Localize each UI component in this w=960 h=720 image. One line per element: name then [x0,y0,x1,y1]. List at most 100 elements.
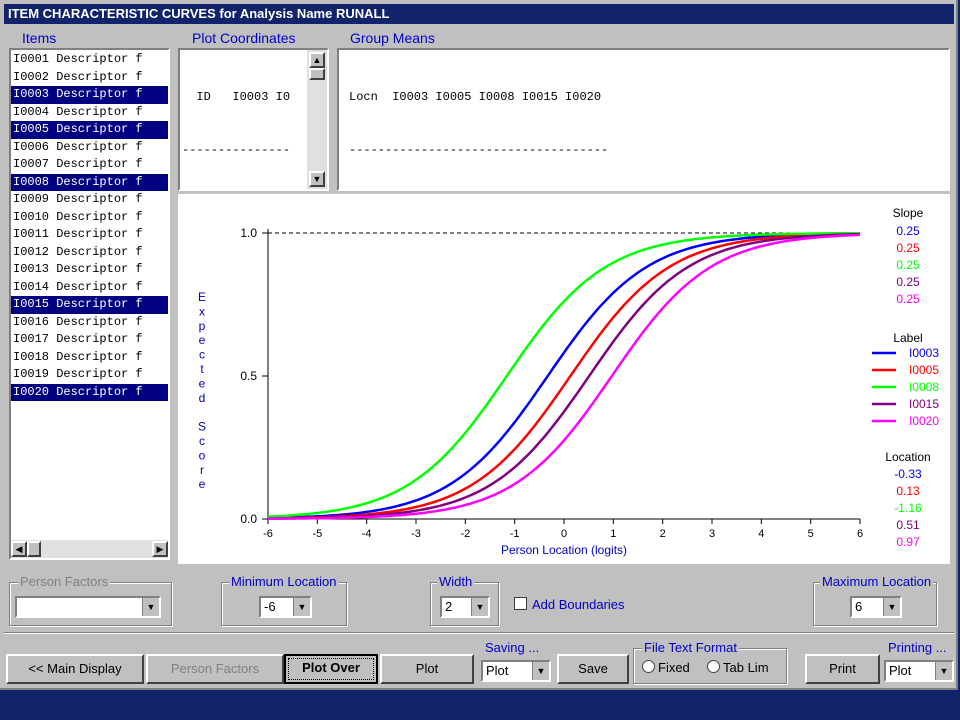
main-display-button[interactable]: << Main Display [6,654,144,684]
legend-location-value: -0.33 [894,467,922,481]
coords-vscrollbar[interactable]: ▲ ▼ [307,50,327,189]
x-tick-label: -5 [312,528,322,540]
list-item[interactable]: I0015 Descriptor f [11,296,168,314]
add-boundaries-checkbox[interactable]: Add Boundaries [514,597,625,612]
legend-slope-value: 0.25 [896,224,920,238]
width-label: Width [437,574,475,589]
list-item[interactable]: I0003 Descriptor f [11,86,168,104]
chevron-down-icon[interactable]: ▼ [293,598,310,616]
plot-over-button[interactable]: Plot Over [284,654,378,684]
app-window: ITEM CHARACTERISTIC CURVES for Analysis … [0,0,958,690]
items-list[interactable]: I0001 Descriptor f I0002 Descriptor f I000… [9,48,170,560]
add-boundaries-label: Add Boundaries [532,597,625,612]
curve-I0020 [268,233,861,520]
list-item[interactable]: I0013 Descriptor f [11,261,168,279]
radio-icon[interactable] [642,660,655,673]
legend-slope-value: 0.25 [896,258,920,272]
chevron-down-icon[interactable]: ▼ [935,662,952,680]
x-tick-label: 0 [561,528,567,540]
legend-label-value: I0005 [909,363,939,377]
list-item[interactable]: I0014 Descriptor f [11,279,168,297]
max-location-select[interactable]: 6 ▼ [850,596,902,618]
file-text-format-label: File Text Format [642,640,739,655]
print-button[interactable]: Print [805,654,880,684]
legend-label-value: I0008 [909,380,939,394]
max-location-value: 6 [855,599,863,614]
curve-I0015 [267,232,861,520]
printing-label: Printing ... [888,640,947,655]
list-item[interactable]: I0020 Descriptor f [11,383,168,401]
chevron-down-icon[interactable]: ▼ [883,598,900,616]
list-item[interactable]: I0016 Descriptor f [11,314,168,332]
legend-slope-value: 0.25 [896,241,920,255]
chevron-down-icon[interactable]: ▼ [532,662,549,680]
legend-location-value: 0.97 [896,535,920,549]
person-factors-button[interactable]: Person Factors [146,654,284,684]
x-tick-label: -1 [510,528,520,540]
list-item[interactable]: I0019 Descriptor f [11,366,168,384]
curve-I0003 [267,232,861,520]
list-item[interactable]: I0007 Descriptor f [11,156,168,174]
group-means-box[interactable]: Locn I0003 I0005 I0008 I0015 I0020 -----… [337,48,950,296]
legend-label-title: Label [893,331,922,345]
plot-coordinates-header: Plot Coordinates [192,30,296,46]
plot-button[interactable]: Plot [380,654,474,684]
legend-location-title: Location [885,450,930,464]
fixed-radio[interactable]: Fixed [642,660,690,675]
chevron-down-icon[interactable]: ▼ [142,598,159,616]
list-item[interactable]: I0008 Descriptor f [11,173,168,191]
x-tick-label: -2 [460,528,470,540]
list-item[interactable]: I0009 Descriptor f [11,191,168,209]
list-item[interactable]: I0005 Descriptor f [11,121,168,139]
tab-lim-label: Tab Lim [723,660,769,675]
group-means-header: Group Means [350,30,435,46]
x-tick-label: 2 [660,528,666,540]
plot-coordinates-box[interactable]: ID I0003 I0 --------------- -6.000 0.00 … [178,48,329,297]
scroll-up-icon[interactable]: ▲ [309,52,325,68]
person-factors-label: Person Factors [18,574,111,589]
list-item[interactable]: I0010 Descriptor f [11,209,168,227]
list-item[interactable]: I0004 Descriptor f [11,104,168,122]
scroll-down-icon[interactable]: ▼ [309,171,325,187]
list-item[interactable]: I0002 Descriptor f [11,69,168,87]
legend-label-value: I0015 [909,397,939,411]
window-title: ITEM CHARACTERISTIC CURVES for Analysis … [4,4,954,24]
list-item[interactable]: I0001 Descriptor f [11,51,168,69]
legend-location-value: 0.13 [896,484,920,498]
legend-location-value: -1.16 [894,501,922,515]
checkbox-icon[interactable] [514,597,527,610]
scroll-thumb[interactable] [309,68,325,80]
min-location-value: -6 [264,599,276,614]
x-tick-label: 1 [610,528,616,540]
save-button[interactable]: Save [557,654,629,684]
x-tick-label: -3 [411,528,421,540]
tab-lim-radio[interactable]: Tab Lim [707,660,769,675]
y-axis-label: Expected Score [198,290,206,491]
list-item[interactable]: I0012 Descriptor f [11,244,168,262]
y-tick-label: 0.0 [240,512,257,526]
items-hscrollbar[interactable]: ◀ ▶ [11,540,168,558]
scroll-right-icon[interactable]: ▶ [152,541,168,557]
printing-select[interactable]: Plot ▼ [884,660,954,682]
list-item[interactable]: I0017 Descriptor f [11,331,168,349]
list-item[interactable]: I0011 Descriptor f [11,226,168,244]
x-tick-label: -6 [263,528,273,540]
person-factors-select[interactable]: ▼ [15,596,161,618]
chart-panel: -6 -5 -4 -3 -2 -1 0 1 2 3 4 5 6 0.0 0.5 1.0 Person Locat… [178,194,950,564]
scroll-thumb[interactable] [27,541,41,557]
list-item[interactable]: I0006 Descriptor f [11,139,168,157]
curve-I0005 [267,232,861,520]
legend-slope-value: 0.25 [896,275,920,289]
radio-icon[interactable] [707,660,720,673]
saving-value: Plot [486,663,509,678]
chevron-down-icon[interactable]: ▼ [471,598,488,616]
saving-select[interactable]: Plot ▼ [481,660,551,682]
x-tick-label: 5 [808,528,814,540]
min-location-select[interactable]: -6 ▼ [259,596,312,618]
items-header: Items [22,30,57,46]
width-select[interactable]: 2 ▼ [440,596,490,618]
scroll-left-icon[interactable]: ◀ [11,541,27,557]
list-item[interactable]: I0018 Descriptor f [11,349,168,367]
y-tick-label: 0.5 [240,369,257,383]
means-header: Locn I0003 I0005 I0008 I0015 I0020 [349,90,602,104]
